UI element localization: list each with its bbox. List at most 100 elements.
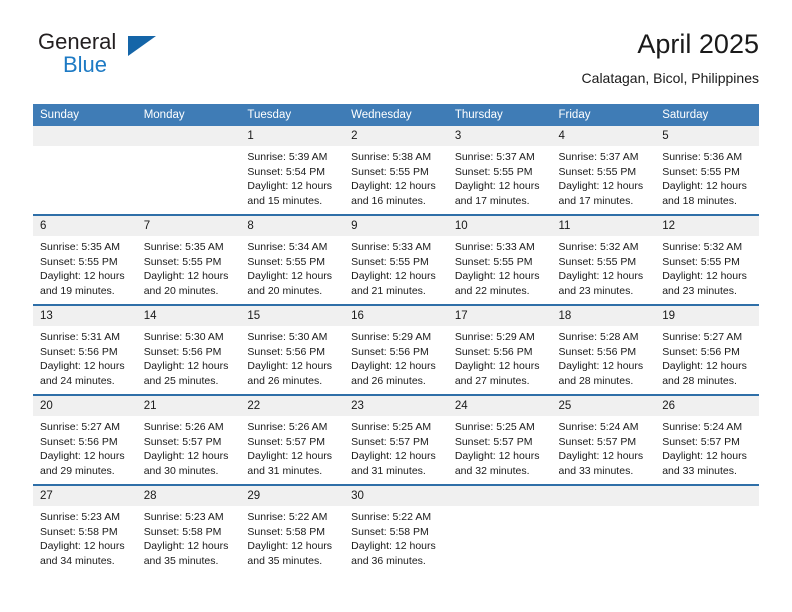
sunset-text: Sunset: 5:55 PM (351, 165, 429, 178)
calendar-day-cell[interactable]: 5 Sunrise: 5:36 AM Sunset: 5:55 PM Daylight… (655, 126, 759, 215)
calendar-empty-cell (447, 484, 552, 574)
day-sun-info: Sunrise: 5:23 AM Sunset: 5:58 PM Daylight:… (33, 506, 137, 568)
calendar-day-cell[interactable]: 24 Sunrise: 5:25 AM Sunset: 5:57 PM Dayligh… (447, 394, 552, 485)
daylight-text-line2: and 32 minutes. (454, 464, 530, 477)
calendar-day-cell[interactable]: 9 Sunrise: 5:33 AM Sunset: 5:55 PM Daylight… (344, 214, 448, 305)
calendar-day-cell[interactable]: 27 Sunrise: 5:23 AM Sunset: 5:58 PM Dayligh… (33, 484, 137, 574)
sunrise-text: Sunrise: 5:22 AM (351, 511, 432, 523)
daylight-text-line2: and 36 minutes. (351, 554, 426, 567)
calendar-day-cell[interactable]: 19 Sunrise: 5:27 AM Sunset: 5:56 PM Dayligh… (655, 304, 759, 395)
calendar-day-cell[interactable]: 16 Sunrise: 5:29 AM Sunset: 5:56 PM Dayligh… (344, 304, 448, 395)
title-block: April 2025 Calatagan, Bicol, Philippines (582, 28, 759, 87)
calendar-day-cell[interactable]: 4 Sunrise: 5:37 AM Sunset: 5:55 PM Daylight… (551, 126, 656, 215)
sunset-text: Sunset: 5:54 PM (247, 165, 326, 178)
calendar-day-cell[interactable]: 12 Sunrise: 5:32 AM Sunset: 5:55 PM Dayligh… (655, 214, 759, 305)
day-sun-info: Sunrise: 5:28 AM Sunset: 5:56 PM Daylight:… (552, 326, 656, 388)
sunrise-text: Sunrise: 5:23 AM (143, 511, 224, 523)
calendar-empty-cell (136, 126, 241, 215)
daylight-text-line1: Daylight: 12 hours (143, 450, 229, 462)
calendar-day-cell[interactable]: 2 Sunrise: 5:38 AM Sunset: 5:55 PM Daylight… (344, 126, 448, 215)
calendar-day-cell[interactable]: 1 Sunrise: 5:39 AM Sunset: 5:54 PM Daylight… (240, 126, 345, 215)
calendar-day-cell[interactable]: 21 Sunrise: 5:26 AM Sunset: 5:57 PM Dayligh… (136, 394, 241, 485)
calendar-day-cell[interactable]: 7 Sunrise: 5:35 AM Sunset: 5:55 PM Daylight… (136, 214, 241, 305)
daylight-text-line2: and 31 minutes. (247, 464, 323, 477)
sunrise-text: Sunrise: 5:33 AM (351, 241, 432, 253)
sunrise-text: Sunrise: 5:35 AM (40, 241, 120, 253)
calendar-day-cell[interactable]: 6 Sunrise: 5:35 AM Sunset: 5:55 PM Daylight… (33, 214, 137, 305)
calendar-week-row: 6 Sunrise: 5:35 AM Sunset: 5:55 PM Daylight… (33, 214, 759, 305)
calendar-day-cell[interactable]: 29 Sunrise: 5:22 AM Sunset: 5:58 PM Dayligh… (240, 484, 345, 574)
sunset-text: Sunset: 5:56 PM (143, 345, 222, 358)
sunset-text: Sunset: 5:56 PM (662, 345, 740, 358)
day-cell-inner (33, 126, 137, 214)
sunset-text: Sunset: 5:56 PM (558, 345, 637, 358)
day-cell-inner: 23 Sunrise: 5:25 AM Sunset: 5:57 PM Dayligh… (344, 396, 448, 484)
day-number: 13 (33, 306, 137, 326)
daylight-text-line2: and 21 minutes. (351, 284, 426, 297)
sunrise-text: Sunrise: 5:27 AM (40, 421, 120, 433)
calendar-day-cell[interactable]: 11 Sunrise: 5:32 AM Sunset: 5:55 PM Dayligh… (551, 214, 656, 305)
page-header: General Blue April 2025 Calatagan, Bicol… (33, 28, 759, 100)
day-sun-info: Sunrise: 5:22 AM Sunset: 5:58 PM Daylight:… (240, 506, 344, 568)
daylight-text-line1: Daylight: 12 hours (40, 450, 125, 462)
day-number: 15 (240, 306, 345, 326)
calendar-day-cell[interactable]: 3 Sunrise: 5:37 AM Sunset: 5:55 PM Daylight… (447, 126, 552, 215)
calendar-day-cell[interactable]: 14 Sunrise: 5:30 AM Sunset: 5:56 PM Dayligh… (136, 304, 241, 395)
day-sun-info: Sunrise: 5:25 AM Sunset: 5:57 PM Daylight:… (344, 416, 448, 478)
day-cell-inner: 4 Sunrise: 5:37 AM Sunset: 5:55 PM Daylight… (551, 126, 656, 214)
sunset-text: Sunset: 5:55 PM (454, 255, 533, 268)
sunset-text: Sunset: 5:55 PM (662, 255, 740, 268)
day-sun-info: Sunrise: 5:29 AM Sunset: 5:56 PM Daylight:… (448, 326, 552, 388)
calendar-day-cell[interactable]: 28 Sunrise: 5:23 AM Sunset: 5:58 PM Dayligh… (136, 484, 241, 574)
daylight-text-line2: and 28 minutes. (558, 374, 634, 387)
day-number: 18 (551, 306, 656, 326)
calendar-day-cell[interactable]: 10 Sunrise: 5:33 AM Sunset: 5:55 PM Dayligh… (447, 214, 552, 305)
sunrise-text: Sunrise: 5:37 AM (558, 151, 639, 163)
day-number: 28 (136, 486, 241, 506)
day-number: 8 (240, 216, 345, 236)
day-cell-inner: 21 Sunrise: 5:26 AM Sunset: 5:57 PM Dayligh… (136, 396, 241, 484)
day-sun-info: Sunrise: 5:39 AM Sunset: 5:54 PM Daylight:… (240, 146, 344, 208)
daylight-text-line2: and 18 minutes. (662, 194, 737, 207)
sunrise-text: Sunrise: 5:29 AM (351, 331, 432, 343)
sunset-text: Sunset: 5:55 PM (558, 255, 637, 268)
calendar-day-cell[interactable]: 22 Sunrise: 5:26 AM Sunset: 5:57 PM Dayligh… (240, 394, 345, 485)
calendar-day-cell[interactable]: 30 Sunrise: 5:22 AM Sunset: 5:58 PM Dayligh… (344, 484, 448, 574)
daylight-text-line1: Daylight: 12 hours (662, 270, 747, 282)
calendar-day-cell[interactable]: 13 Sunrise: 5:31 AM Sunset: 5:56 PM Dayligh… (33, 304, 137, 395)
day-number: 7 (136, 216, 241, 236)
day-number: 26 (655, 396, 759, 416)
sunrise-text: Sunrise: 5:25 AM (351, 421, 432, 433)
day-sun-info: Sunrise: 5:26 AM Sunset: 5:57 PM Daylight:… (240, 416, 344, 478)
day-number: 23 (344, 396, 448, 416)
day-cell-inner: 26 Sunrise: 5:24 AM Sunset: 5:57 PM Dayligh… (655, 396, 759, 484)
day-sun-info: Sunrise: 5:32 AM Sunset: 5:55 PM Daylight:… (552, 236, 656, 298)
day-cell-inner: 15 Sunrise: 5:30 AM Sunset: 5:56 PM Dayligh… (240, 306, 345, 394)
calendar-week-row: 1 Sunrise: 5:39 AM Sunset: 5:54 PM Daylight… (33, 126, 759, 215)
daylight-text-line1: Daylight: 12 hours (662, 450, 747, 462)
calendar-day-cell[interactable]: 23 Sunrise: 5:25 AM Sunset: 5:57 PM Dayligh… (344, 394, 448, 485)
day-cell-inner: 1 Sunrise: 5:39 AM Sunset: 5:54 PM Daylight… (240, 126, 345, 214)
day-sun-info: Sunrise: 5:30 AM Sunset: 5:56 PM Daylight:… (240, 326, 344, 388)
page-title: April 2025 (637, 29, 759, 59)
calendar-day-cell[interactable]: 25 Sunrise: 5:24 AM Sunset: 5:57 PM Dayligh… (551, 394, 656, 485)
sunset-text: Sunset: 5:55 PM (558, 165, 637, 178)
daylight-text-line1: Daylight: 12 hours (662, 180, 747, 192)
calendar-empty-cell (33, 126, 137, 215)
calendar-week-row: 20 Sunrise: 5:27 AM Sunset: 5:56 PM Dayligh… (33, 394, 759, 485)
calendar-page: General Blue April 2025 Calatagan, Bicol… (0, 0, 792, 612)
day-cell-inner: 12 Sunrise: 5:32 AM Sunset: 5:55 PM Dayligh… (655, 216, 759, 304)
calendar-day-cell[interactable]: 26 Sunrise: 5:24 AM Sunset: 5:57 PM Dayligh… (655, 394, 759, 485)
calendar-day-cell[interactable]: 17 Sunrise: 5:29 AM Sunset: 5:56 PM Dayligh… (447, 304, 552, 395)
day-number: 24 (447, 396, 552, 416)
sunset-text: Sunset: 5:58 PM (40, 525, 118, 538)
calendar-day-cell[interactable]: 15 Sunrise: 5:30 AM Sunset: 5:56 PM Dayligh… (240, 304, 345, 395)
weekday-header-tuesday: Tuesday (240, 104, 345, 126)
calendar-week-row: 27 Sunrise: 5:23 AM Sunset: 5:58 PM Dayligh… (33, 484, 759, 574)
sunset-text: Sunset: 5:57 PM (351, 435, 429, 448)
calendar-day-cell[interactable]: 20 Sunrise: 5:27 AM Sunset: 5:56 PM Dayligh… (33, 394, 137, 485)
weekday-header-wednesday: Wednesday (344, 104, 448, 126)
calendar-day-cell[interactable]: 8 Sunrise: 5:34 AM Sunset: 5:55 PM Daylight… (240, 214, 345, 305)
day-number: 1 (240, 126, 345, 146)
calendar-day-cell[interactable]: 18 Sunrise: 5:28 AM Sunset: 5:56 PM Dayligh… (551, 304, 656, 395)
